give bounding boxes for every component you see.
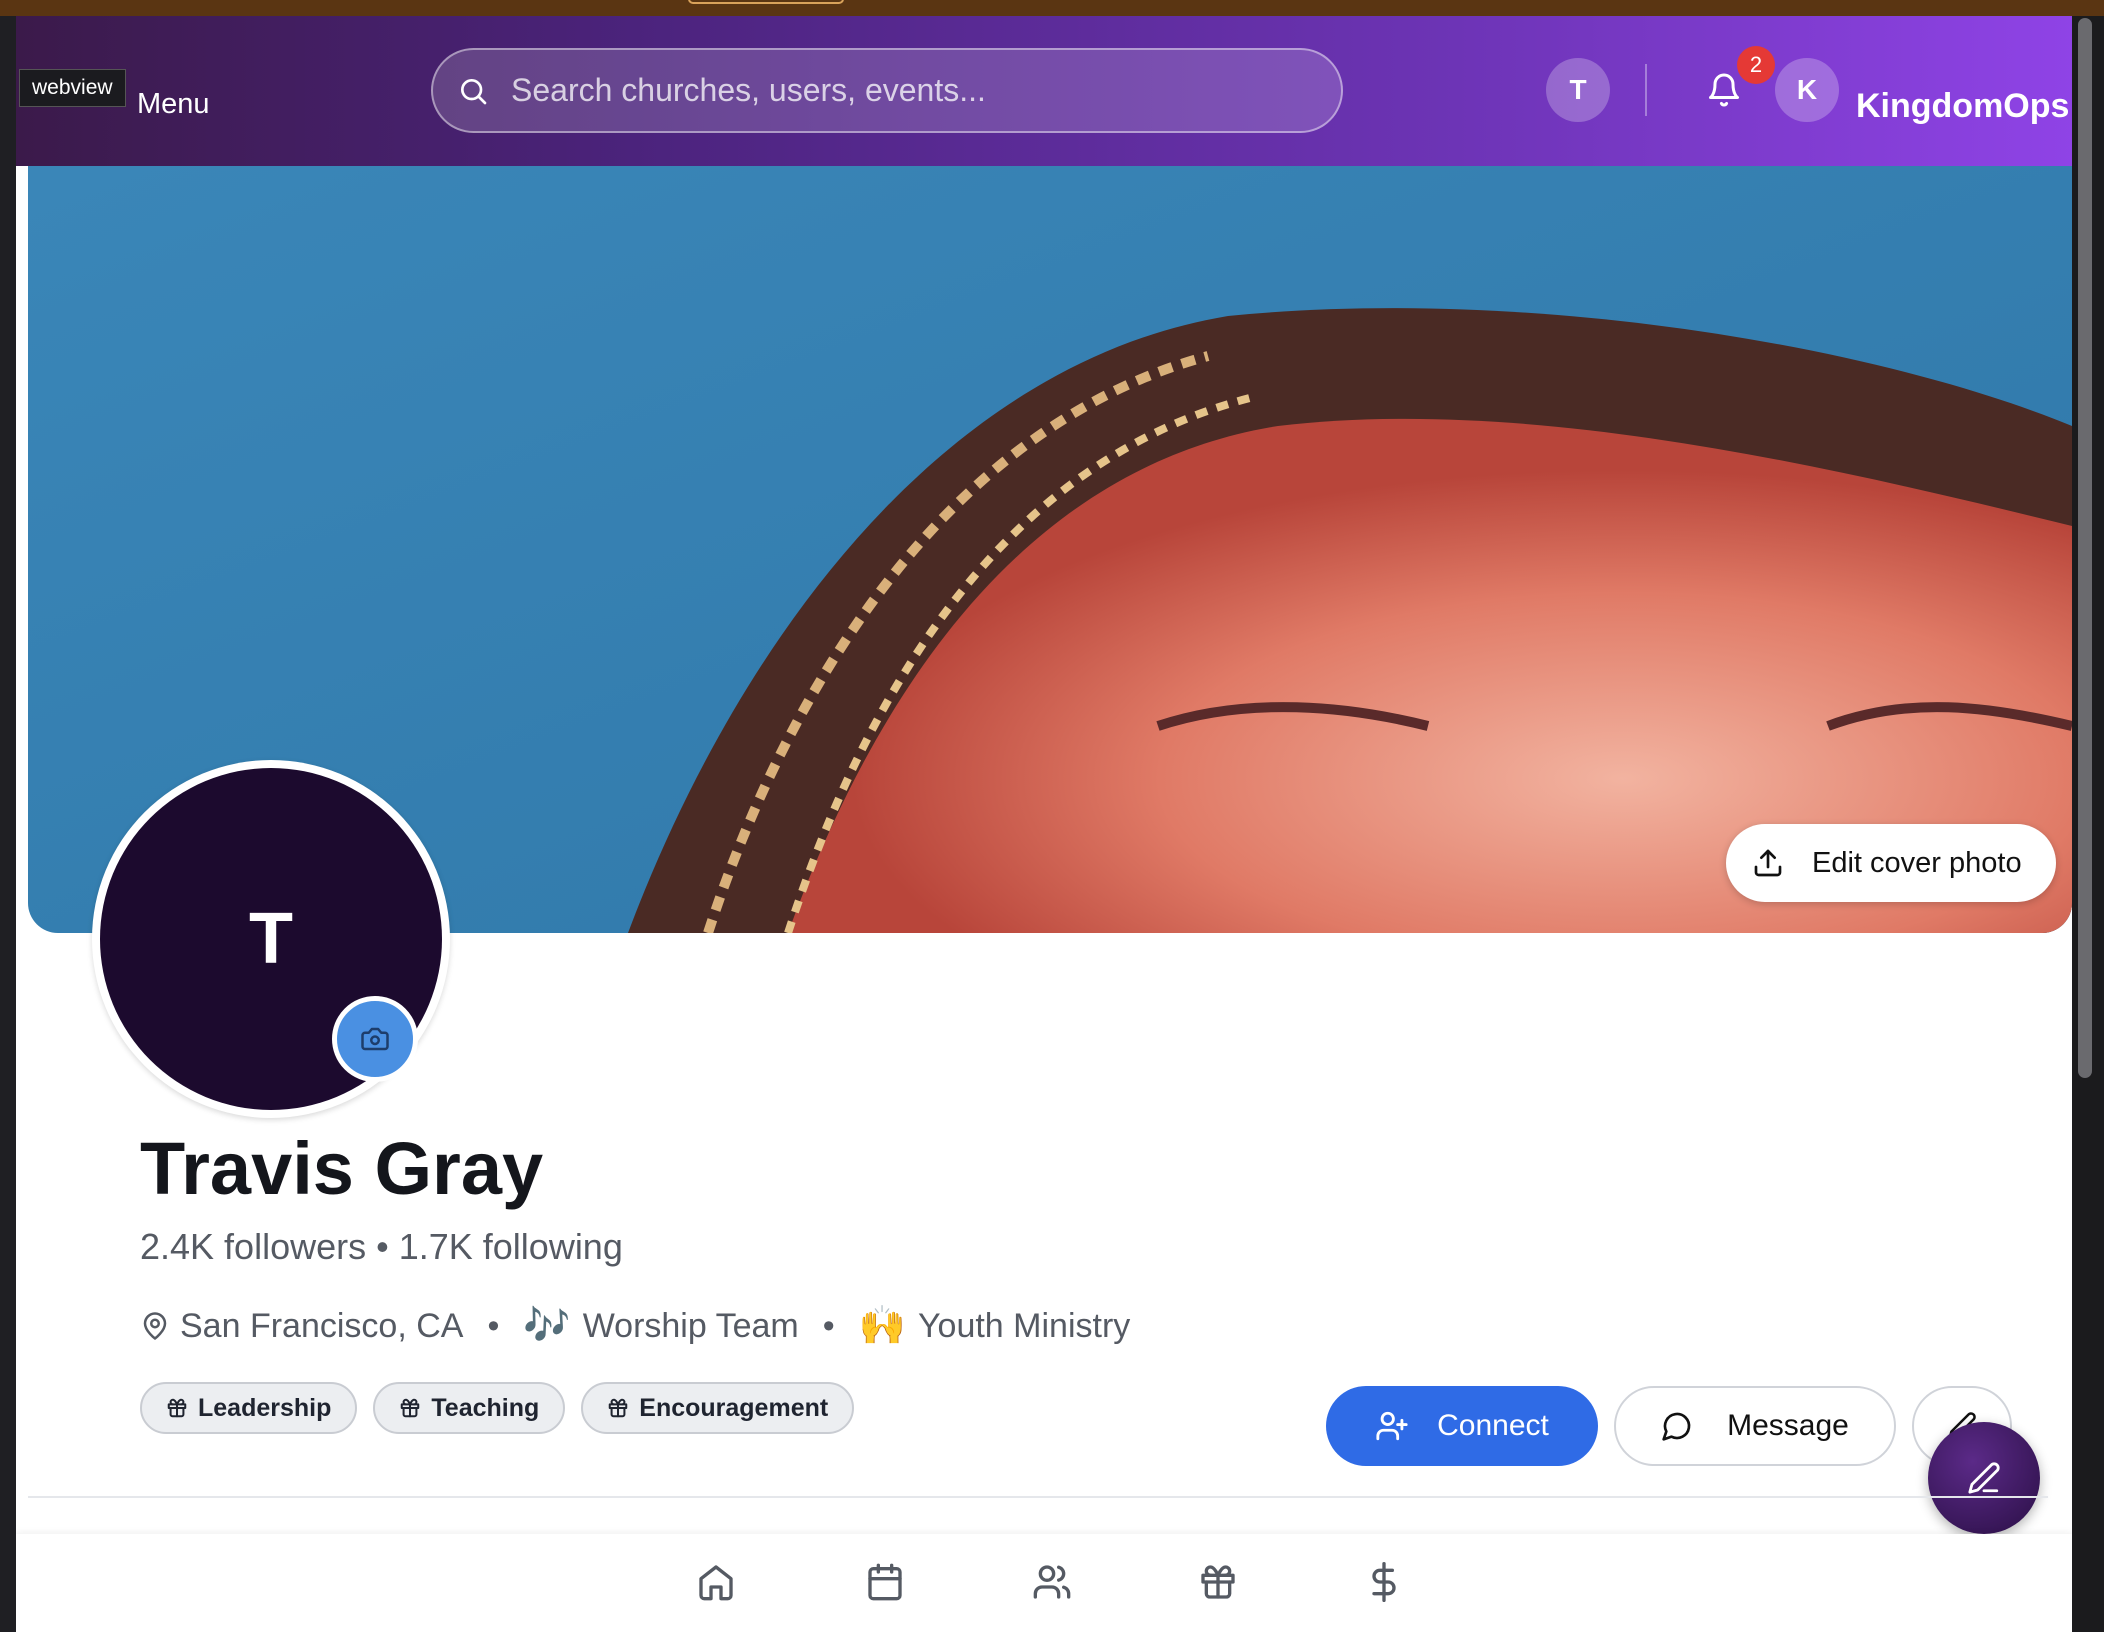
message-label: Message: [1727, 1409, 1849, 1442]
scrollbar-thumb[interactable]: [2078, 18, 2092, 1078]
gift-tag-teaching[interactable]: Teaching: [373, 1382, 566, 1434]
window-top-strip: [0, 0, 2104, 16]
search-input[interactable]: [511, 72, 1291, 109]
gift-icon: [1201, 1565, 1235, 1599]
bottom-nav: [16, 1534, 2072, 1632]
calendar-icon: [868, 1563, 902, 1601]
change-avatar-button[interactable]: [332, 996, 418, 1082]
nav-giving[interactable]: [1364, 1562, 1404, 1602]
menu-button[interactable]: Menu: [137, 88, 210, 121]
nav-gifts[interactable]: [1198, 1562, 1238, 1602]
gift-tag-label: Teaching: [431, 1393, 540, 1422]
gift-icon: [609, 1398, 628, 1418]
search-icon: [461, 78, 487, 104]
bell-icon[interactable]: [1706, 72, 1742, 108]
pen-icon: [1968, 1462, 2000, 1494]
brand-name[interactable]: KingdomOps: [1856, 87, 2069, 126]
nav-events[interactable]: [865, 1562, 905, 1602]
nav-home[interactable]: [696, 1562, 736, 1602]
message-button[interactable]: Message: [1614, 1386, 1896, 1466]
users-icon: [1033, 1565, 1071, 1599]
connect-button[interactable]: Connect: [1326, 1386, 1598, 1466]
gift-tags: Leadership Teaching Encouragement: [140, 1382, 855, 1434]
map-pin-icon: [143, 1312, 167, 1340]
webview-tag: webview: [19, 69, 126, 107]
header-divider: [1645, 64, 1647, 116]
upload-icon: [1754, 849, 1782, 877]
edit-cover-label: Edit cover photo: [1812, 846, 2022, 879]
separator-dot: •: [487, 1306, 500, 1345]
section-divider: [28, 1496, 2048, 1498]
gift-tag-label: Encouragement: [639, 1393, 829, 1422]
edit-cover-photo-button[interactable]: Edit cover photo: [1726, 824, 2056, 902]
user-plus-icon: [1376, 1411, 1408, 1441]
location-text: San Francisco, CA: [180, 1306, 464, 1345]
user-avatar[interactable]: T: [1546, 58, 1610, 122]
dollar-icon: [1372, 1562, 1396, 1602]
follow-stats[interactable]: 2.4K followers • 1.7K following: [140, 1226, 623, 1268]
tab-indicator: [688, 0, 844, 4]
nav-groups[interactable]: [1032, 1562, 1072, 1602]
gift-icon: [401, 1398, 420, 1418]
gift-tag-label: Leadership: [198, 1393, 332, 1422]
notification-badge: 2: [1737, 46, 1775, 84]
home-icon: [699, 1565, 733, 1601]
account-avatar[interactable]: K: [1775, 58, 1839, 122]
music-emoji-icon: 🎶: [523, 1305, 571, 1347]
scrollbar[interactable]: [2072, 16, 2104, 1632]
search-bar[interactable]: [431, 48, 1343, 133]
profile-page: Edit cover photo T Travis Gray 2.4K foll…: [16, 166, 2072, 1632]
ministry-youth: Youth Ministry: [917, 1306, 1131, 1345]
camera-icon: [361, 1027, 389, 1051]
connect-label: Connect: [1437, 1409, 1549, 1442]
compose-fab[interactable]: [1928, 1422, 2040, 1534]
separator-dot: •: [822, 1306, 835, 1345]
message-circle-icon: [1662, 1412, 1691, 1441]
profile-meta: San Francisco, CA • 🎶 Worship Team • 🙌 Y…: [140, 1304, 1130, 1348]
gift-icon: [167, 1398, 187, 1418]
ministry-worship: Worship Team: [582, 1306, 799, 1345]
gift-tag-encouragement[interactable]: Encouragement: [581, 1382, 855, 1434]
raised-hands-emoji-icon: 🙌: [858, 1305, 906, 1347]
gift-tag-leadership[interactable]: Leadership: [140, 1382, 358, 1434]
profile-name: Travis Gray: [140, 1127, 544, 1210]
app-header: webview Menu T 2 K KingdomOps: [16, 16, 2074, 166]
